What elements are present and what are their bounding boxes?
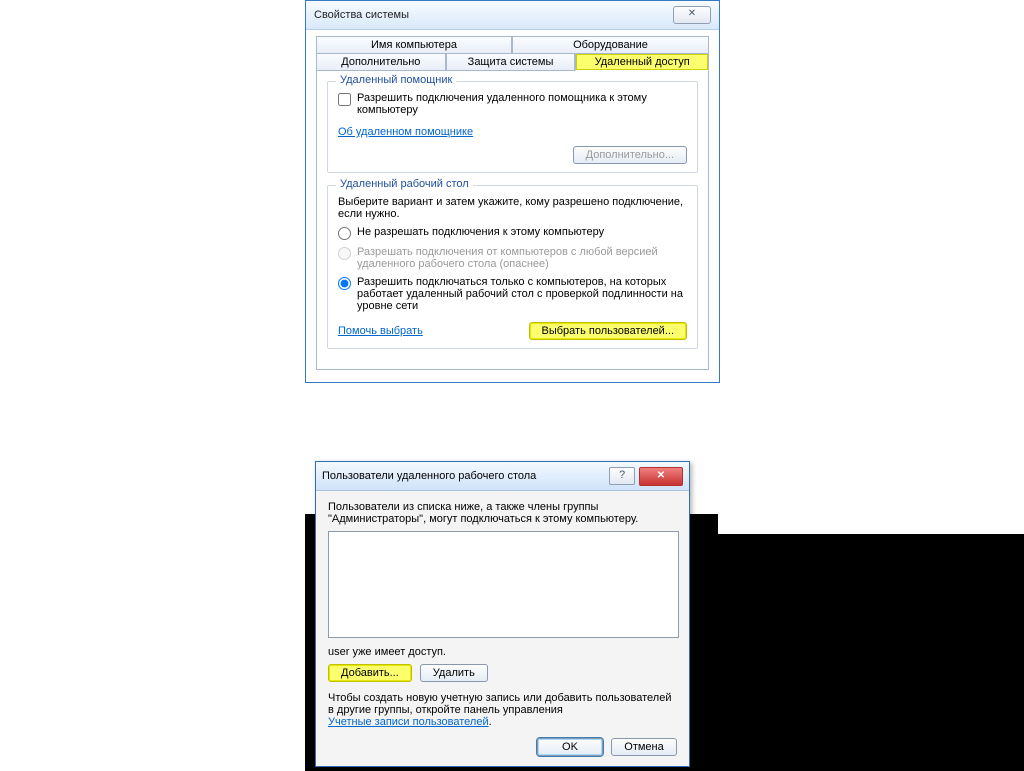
titlebar-2: Пользователи удаленного рабочего стола ?… — [316, 462, 689, 491]
remote-desktop-group: Удаленный рабочий стол Выберите вариант … — [327, 185, 698, 349]
help-button[interactable]: ? — [609, 467, 635, 485]
tab-computer-name[interactable]: Имя компьютера — [316, 36, 512, 54]
remove-button[interactable]: Удалить — [420, 664, 488, 682]
select-users-button[interactable]: Выбрать пользователей... — [529, 322, 688, 340]
rd-option-any-version — [338, 247, 351, 260]
close-button-2[interactable]: ✕ — [639, 467, 683, 486]
tab-advanced[interactable]: Дополнительно — [316, 53, 446, 71]
allow-ra-label: Разрешить подключения удаленного помощни… — [357, 92, 687, 116]
cancel-button[interactable]: Отмена — [611, 738, 677, 756]
rd-option-any-version-label: Разрешать подключения от компьютеров с л… — [357, 246, 687, 270]
rd-instruction: Выберите вариант и затем укажите, кому р… — [338, 196, 687, 220]
users-listbox[interactable] — [328, 531, 679, 638]
group-title-remote-desktop: Удаленный рабочий стол — [336, 178, 473, 190]
allow-ra-checkbox[interactable] — [338, 93, 351, 106]
tab-remote[interactable]: Удаленный доступ — [575, 53, 709, 71]
tab-hardware[interactable]: Оборудование — [512, 36, 709, 54]
rd-option-dont-allow[interactable] — [338, 227, 351, 240]
remote-desktop-users-window: Пользователи удаленного рабочего стола ?… — [315, 461, 690, 767]
close-button[interactable]: ✕ — [673, 6, 711, 24]
help-choose-link[interactable]: Помочь выбрать — [338, 325, 423, 337]
create-account-text: Чтобы создать новую учетную запись или д… — [328, 692, 671, 716]
tab-system-protection[interactable]: Защита системы — [446, 53, 576, 71]
users-instruction: Пользователи из списка ниже, а также чле… — [328, 501, 677, 525]
titlebar: Свойства системы ✕ — [306, 1, 719, 30]
user-accounts-link[interactable]: Учетные записи пользователей — [328, 716, 489, 728]
add-button[interactable]: Добавить... — [328, 664, 412, 682]
rd-option-nla[interactable] — [338, 277, 351, 290]
ok-button[interactable]: OK — [537, 738, 603, 756]
system-properties-window: Свойства системы ✕ Имя компьютера Оборуд… — [305, 0, 720, 383]
access-note: user уже имеет доступ. — [328, 646, 677, 658]
group-title-remote-assistance: Удаленный помощник — [336, 74, 456, 86]
remote-tab-panel: Удаленный помощник Разрешить подключения… — [316, 70, 709, 370]
about-ra-link[interactable]: Об удаленном помощнике — [338, 126, 473, 138]
rd-option-dont-allow-label: Не разрешать подключения к этому компьют… — [357, 226, 604, 238]
rd-option-nla-label: Разрешить подключаться только с компьюте… — [357, 276, 687, 312]
remote-assistance-group: Удаленный помощник Разрешить подключения… — [327, 81, 698, 173]
window-title-2: Пользователи удаленного рабочего стола — [322, 470, 605, 482]
window-title: Свойства системы — [314, 9, 673, 21]
ra-advanced-button[interactable]: Дополнительно... — [573, 146, 687, 164]
